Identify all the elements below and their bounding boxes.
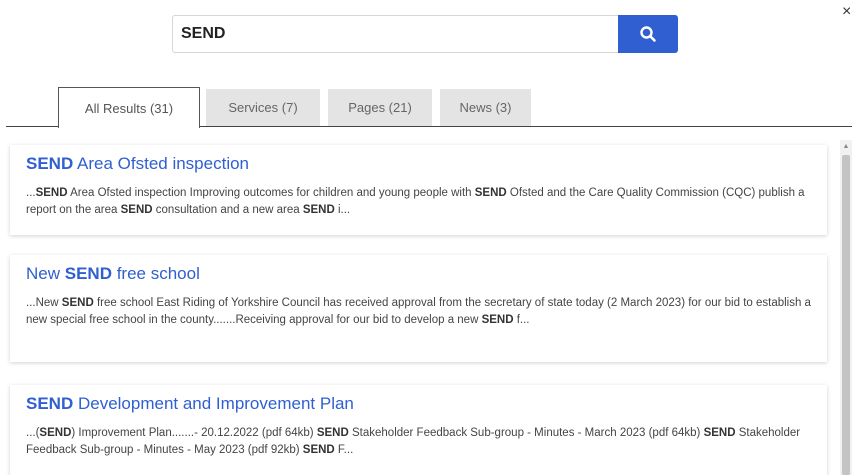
tab-news[interactable]: News (3): [440, 89, 531, 126]
tab-all-results[interactable]: All Results (31): [58, 87, 200, 128]
result-title-link[interactable]: SEND Area Ofsted inspection: [26, 153, 811, 175]
text-segment: free school East Riding of Yorkshire Cou…: [26, 297, 811, 326]
search-bar: [172, 15, 678, 53]
highlight-term: SEND: [39, 427, 72, 439]
highlight-term: SEND: [474, 187, 507, 199]
result-card: New SEND free school ...New SEND free sc…: [10, 255, 827, 362]
text-segment: Development and Improvement Plan: [73, 394, 354, 413]
result-snippet: ...(SEND) Improvement Plan.......- 20.12…: [26, 425, 811, 459]
text-segment: Area Ofsted inspection: [73, 154, 250, 173]
text-segment: f...: [513, 314, 530, 326]
text-segment: Area Ofsted inspection Improving outcome…: [67, 187, 475, 199]
tab-pages[interactable]: Pages (21): [328, 89, 432, 126]
search-button[interactable]: [618, 15, 678, 53]
close-icon[interactable]: ×: [842, 4, 851, 20]
highlight-term: SEND: [302, 204, 335, 216]
highlight-term: SEND: [35, 187, 68, 199]
highlight-term: SEND: [481, 314, 514, 326]
result-card: SEND Development and Improvement Plan ..…: [10, 385, 827, 475]
text-segment: ...: [26, 187, 36, 199]
result-title-link[interactable]: SEND Development and Improvement Plan: [26, 393, 811, 415]
highlight-term: SEND: [64, 264, 112, 283]
text-segment: i...: [334, 204, 351, 216]
results-scrollbar[interactable]: ▲: [840, 140, 852, 475]
highlight-term: SEND: [316, 427, 349, 439]
highlight-term: SEND: [61, 297, 94, 309]
highlight-term: SEND: [26, 154, 74, 173]
text-segment: ...(: [26, 427, 40, 439]
result-tabs: All Results (31) Services (7) Pages (21)…: [0, 87, 852, 128]
text-segment: Stakeholder Feedback Sub-group - Minutes…: [348, 427, 704, 439]
highlight-term: SEND: [120, 204, 153, 216]
results-list: SEND Area Ofsted inspection ...SEND Area…: [0, 128, 840, 475]
result-card: SEND Area Ofsted inspection ...SEND Area…: [10, 145, 827, 235]
text-segment: F...: [334, 444, 354, 456]
text-segment: ...New: [26, 297, 62, 309]
result-snippet: ...New SEND free school East Riding of Y…: [26, 295, 811, 329]
highlight-term: SEND: [26, 394, 74, 413]
scrollbar-thumb[interactable]: [842, 155, 850, 475]
text-segment: free school: [111, 264, 200, 283]
text-segment: ) Improvement Plan.......- 20.12.2022 (p…: [71, 427, 317, 439]
result-snippet: ...SEND Area Ofsted inspection Improving…: [26, 185, 811, 219]
scroll-up-icon[interactable]: ▲: [840, 140, 852, 152]
result-title-link[interactable]: New SEND free school: [26, 263, 811, 285]
text-segment: consultation and a new area: [152, 204, 303, 216]
text-segment: New: [26, 264, 65, 283]
search-input[interactable]: [172, 15, 618, 53]
search-icon: [640, 26, 656, 42]
highlight-term: SEND: [703, 427, 736, 439]
highlight-term: SEND: [302, 444, 335, 456]
tab-services[interactable]: Services (7): [206, 89, 320, 126]
